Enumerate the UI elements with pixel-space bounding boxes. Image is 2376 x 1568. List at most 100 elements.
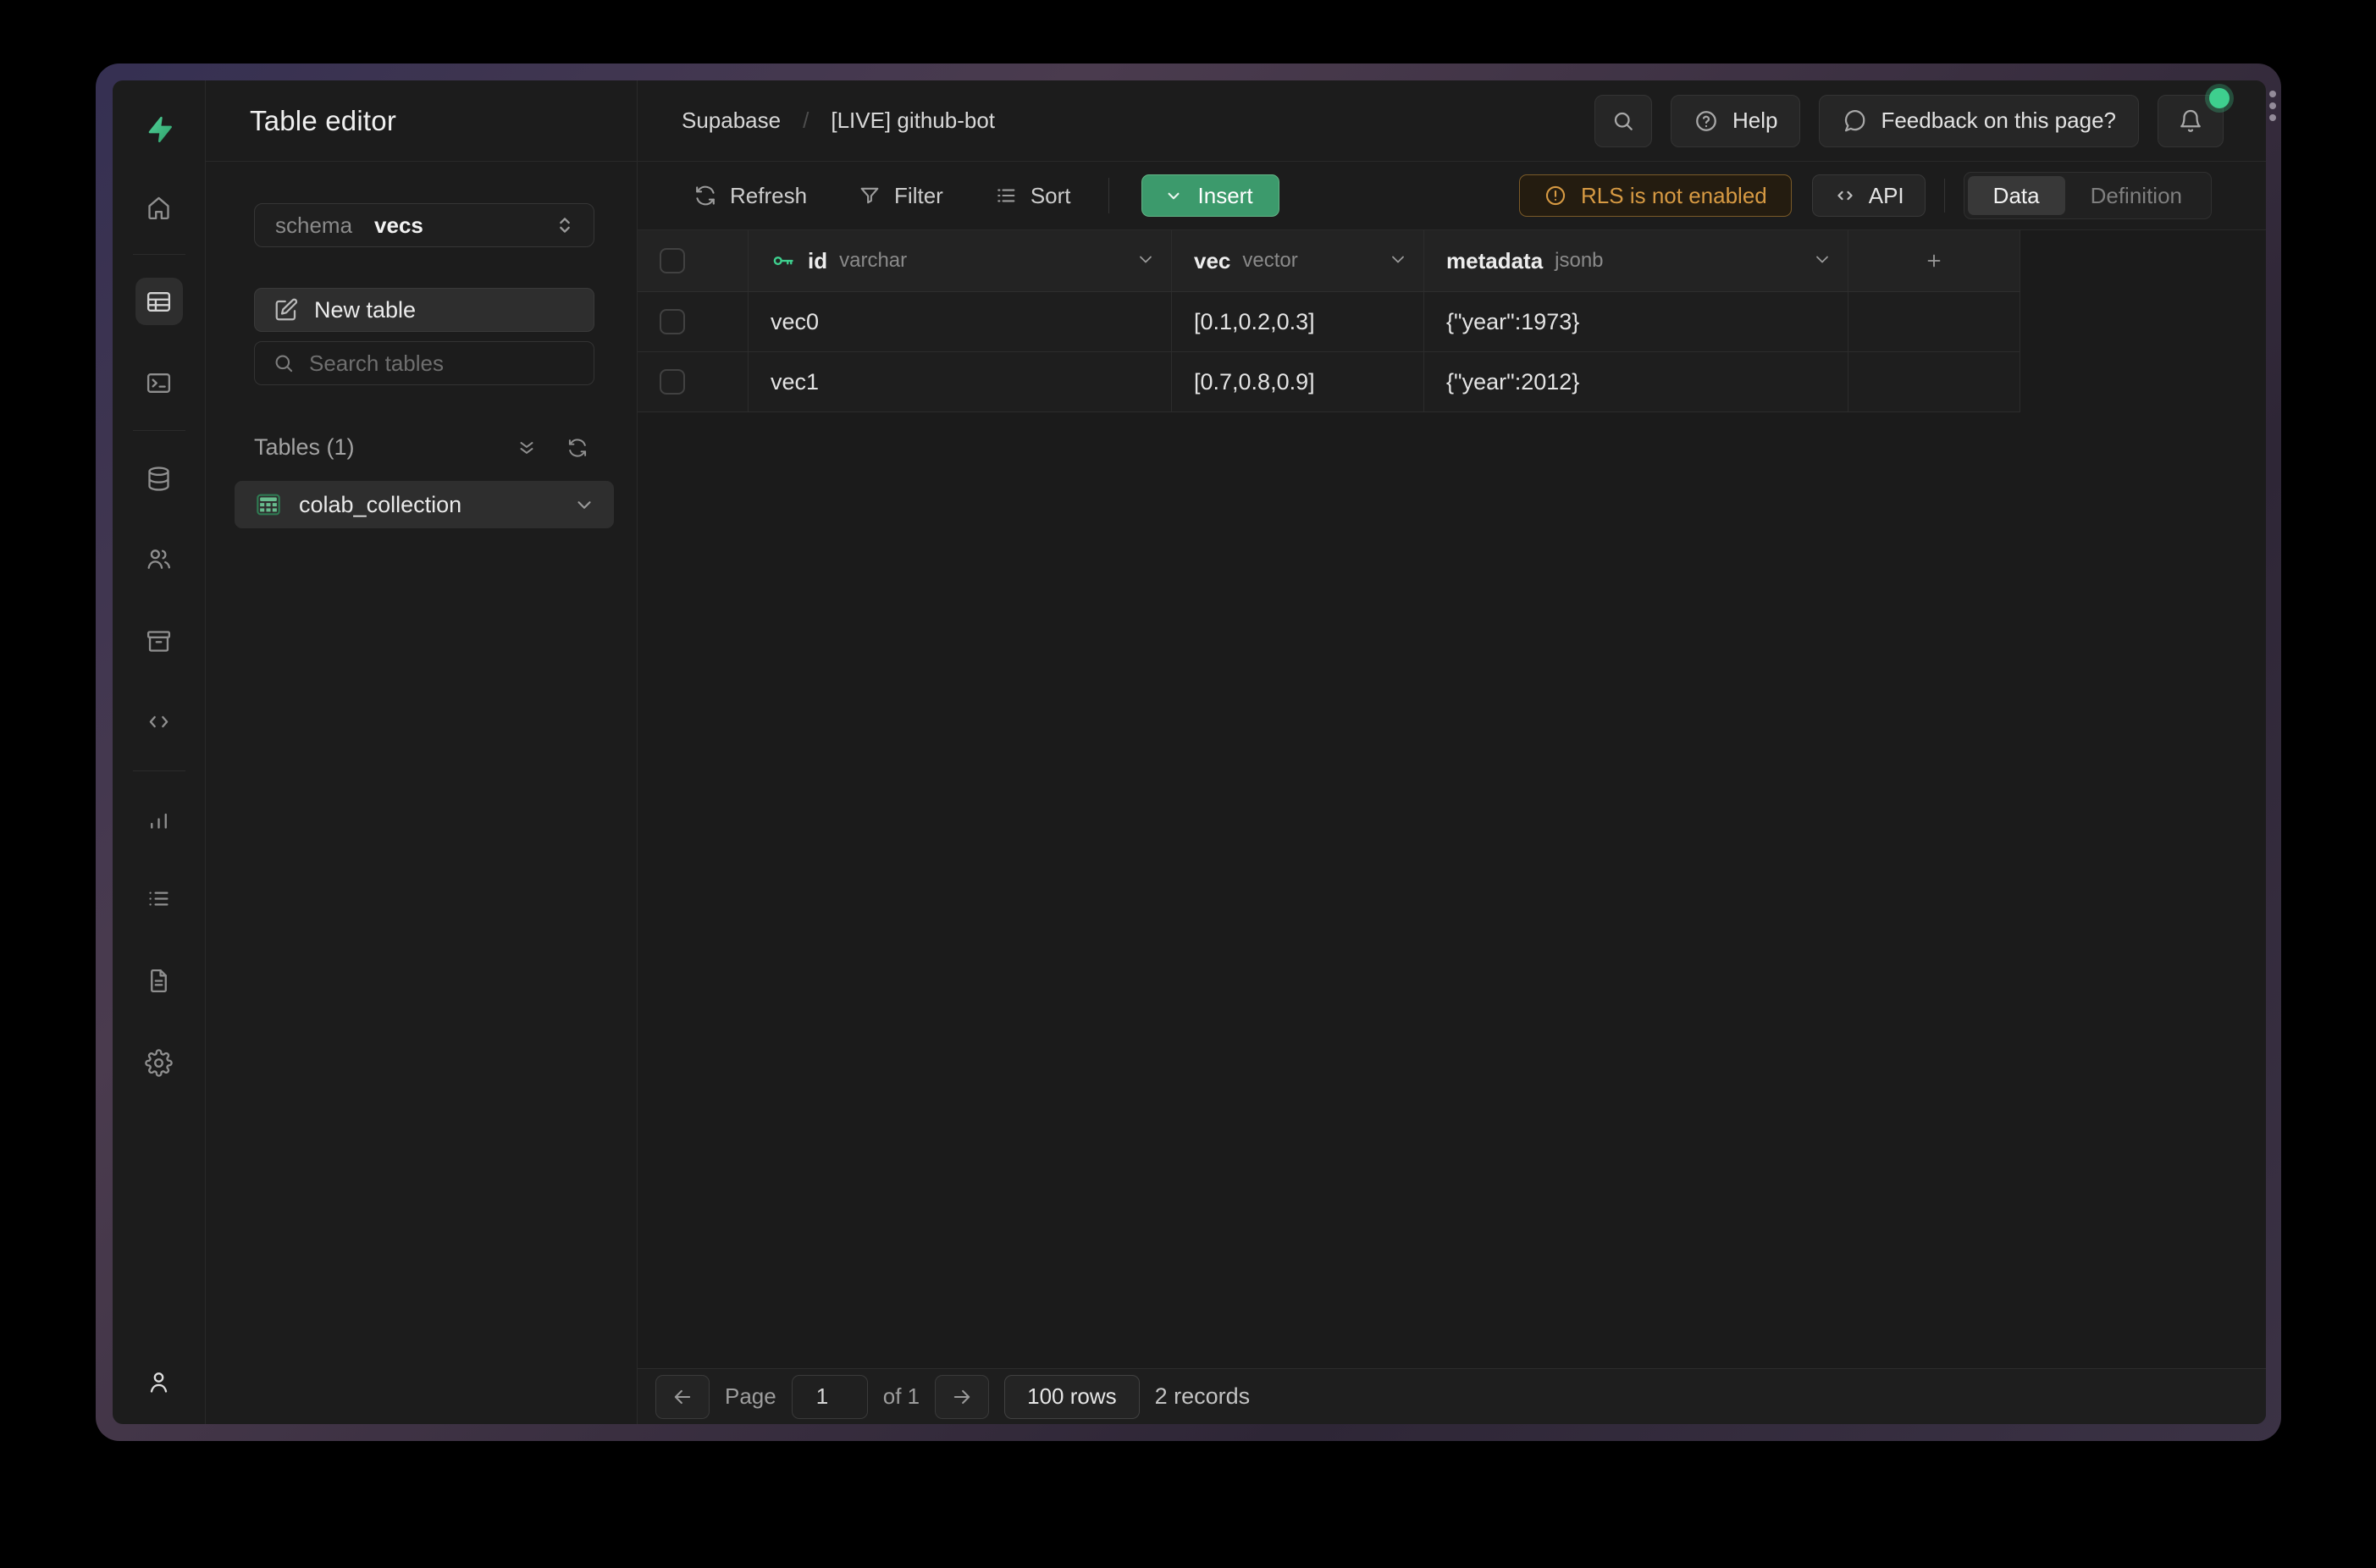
api-button[interactable]: API bbox=[1812, 174, 1926, 217]
nav-settings-button[interactable] bbox=[135, 1039, 183, 1086]
view-tabs: Data Definition bbox=[1964, 172, 2212, 219]
toolbar-divider bbox=[1944, 179, 1945, 213]
chevron-down-icon bbox=[1388, 249, 1408, 269]
add-column-button[interactable] bbox=[1848, 230, 2020, 292]
supabase-logo[interactable] bbox=[140, 109, 179, 148]
cell-metadata[interactable]: {"year":1973} bbox=[1424, 292, 1848, 352]
chevron-down-icon bbox=[1812, 249, 1832, 269]
refresh-button[interactable]: Refresh bbox=[688, 174, 812, 218]
rail-divider bbox=[133, 254, 185, 255]
cell-id[interactable]: vec0 bbox=[749, 292, 1172, 352]
tab-definition[interactable]: Definition bbox=[2065, 176, 2207, 215]
new-table-label: New table bbox=[314, 297, 416, 323]
rows-per-page-button[interactable]: 100 rows bbox=[1004, 1375, 1140, 1419]
account-button[interactable] bbox=[135, 1358, 183, 1405]
storage-icon bbox=[145, 627, 173, 655]
breadcrumb-separator: / bbox=[803, 108, 809, 134]
chevron-down-icon bbox=[1163, 185, 1185, 207]
toolbar-divider bbox=[1108, 178, 1109, 213]
global-search-button[interactable] bbox=[1594, 95, 1652, 147]
column-header-id[interactable]: id varchar bbox=[749, 230, 1172, 292]
sort-button[interactable]: Sort bbox=[989, 174, 1076, 218]
insert-button[interactable]: Insert bbox=[1141, 174, 1279, 217]
icon-rail bbox=[113, 80, 206, 1424]
column-header-vec[interactable]: vec vector bbox=[1172, 230, 1424, 292]
row-checkbox[interactable] bbox=[660, 309, 685, 334]
row-checkbox[interactable] bbox=[660, 369, 685, 395]
notifications-button[interactable] bbox=[2158, 95, 2224, 147]
page-number-input[interactable] bbox=[792, 1375, 868, 1419]
column-type: jsonb bbox=[1555, 249, 1603, 273]
page-title: Table editor bbox=[250, 105, 396, 137]
home-icon bbox=[145, 194, 173, 222]
nav-home-button[interactable] bbox=[135, 184, 183, 231]
cell-vec[interactable]: [0.1,0.2,0.3] bbox=[1172, 292, 1424, 352]
rls-warning-badge[interactable]: RLS is not enabled bbox=[1519, 174, 1792, 217]
nav-logs-button[interactable] bbox=[135, 875, 183, 922]
plus-icon bbox=[1924, 251, 1944, 271]
nav-database-button[interactable] bbox=[135, 455, 183, 502]
sidebar-header: Table editor bbox=[206, 80, 637, 162]
tab-data[interactable]: Data bbox=[1968, 176, 2065, 215]
select-all-checkbox[interactable] bbox=[660, 248, 685, 273]
breadcrumb-project[interactable]: [LIVE] github-bot bbox=[831, 108, 995, 134]
feedback-button[interactable]: Feedback on this page? bbox=[1819, 95, 2139, 147]
nav-auth-button[interactable] bbox=[135, 535, 183, 582]
cell-value: vec0 bbox=[771, 309, 819, 335]
logs-icon bbox=[145, 885, 173, 913]
primary-key-icon bbox=[771, 248, 796, 273]
search-tables-input[interactable] bbox=[309, 351, 563, 377]
window-menu-dots[interactable] bbox=[2267, 91, 2279, 121]
collapse-all-icon[interactable] bbox=[516, 437, 538, 459]
nav-table-editor-button[interactable] bbox=[135, 278, 183, 325]
table-name: colab_collection bbox=[299, 492, 461, 518]
nav-docs-button[interactable] bbox=[135, 957, 183, 1004]
nav-sql-editor-button[interactable] bbox=[135, 359, 183, 406]
notification-dot bbox=[2209, 88, 2230, 108]
table-list-item[interactable]: colab_collection bbox=[235, 481, 614, 528]
table-editor-icon bbox=[145, 288, 173, 316]
main-panel: Supabase / [LIVE] github-bot Help Feedba… bbox=[638, 80, 2266, 1424]
page-label: Page bbox=[725, 1383, 776, 1410]
column-menu-button[interactable] bbox=[1388, 249, 1408, 273]
refresh-tables-icon[interactable] bbox=[566, 437, 588, 459]
filter-button[interactable]: Filter bbox=[853, 174, 948, 218]
schema-value: vecs bbox=[374, 213, 423, 239]
chevron-down-icon[interactable] bbox=[573, 494, 595, 516]
new-table-button[interactable]: New table bbox=[254, 288, 594, 332]
cell-empty bbox=[1848, 352, 2020, 412]
chevron-down-icon bbox=[1136, 249, 1156, 269]
search-icon bbox=[272, 351, 296, 375]
schema-select[interactable]: schema vecs bbox=[254, 203, 594, 247]
arrow-left-icon bbox=[671, 1385, 694, 1409]
cell-value: {"year":2012} bbox=[1446, 369, 1579, 395]
reports-icon bbox=[145, 806, 173, 834]
help-label: Help bbox=[1732, 108, 1777, 134]
cell-id[interactable]: vec1 bbox=[749, 352, 1172, 412]
cell-metadata[interactable]: {"year":2012} bbox=[1424, 352, 1848, 412]
cell-vec[interactable]: [0.7,0.8,0.9] bbox=[1172, 352, 1424, 412]
column-menu-button[interactable] bbox=[1136, 249, 1156, 273]
app-surface: Table editor schema vecs New table Table… bbox=[113, 80, 2266, 1424]
warning-icon bbox=[1544, 184, 1567, 207]
nav-storage-button[interactable] bbox=[135, 617, 183, 665]
user-icon bbox=[145, 1368, 173, 1396]
column-menu-button[interactable] bbox=[1812, 249, 1832, 273]
previous-page-button[interactable] bbox=[655, 1375, 710, 1419]
column-header-metadata[interactable]: metadata jsonb bbox=[1424, 230, 1848, 292]
column-type: varchar bbox=[839, 249, 907, 273]
settings-icon bbox=[145, 1049, 173, 1077]
nav-edge-functions-button[interactable] bbox=[135, 698, 183, 745]
next-page-button[interactable] bbox=[935, 1375, 989, 1419]
bell-icon bbox=[2178, 108, 2203, 134]
help-button[interactable]: Help bbox=[1671, 95, 1800, 147]
auth-users-icon bbox=[145, 545, 173, 573]
record-count: 2 records bbox=[1155, 1383, 1251, 1410]
rls-warning-text: RLS is not enabled bbox=[1581, 183, 1767, 209]
breadcrumb: Supabase / [LIVE] github-bot bbox=[682, 108, 995, 134]
top-bar: Supabase / [LIVE] github-bot Help Feedba… bbox=[638, 80, 2266, 162]
docs-icon bbox=[145, 967, 173, 995]
cell-value: [0.7,0.8,0.9] bbox=[1194, 369, 1315, 395]
nav-reports-button[interactable] bbox=[135, 796, 183, 843]
breadcrumb-org[interactable]: Supabase bbox=[682, 108, 781, 134]
